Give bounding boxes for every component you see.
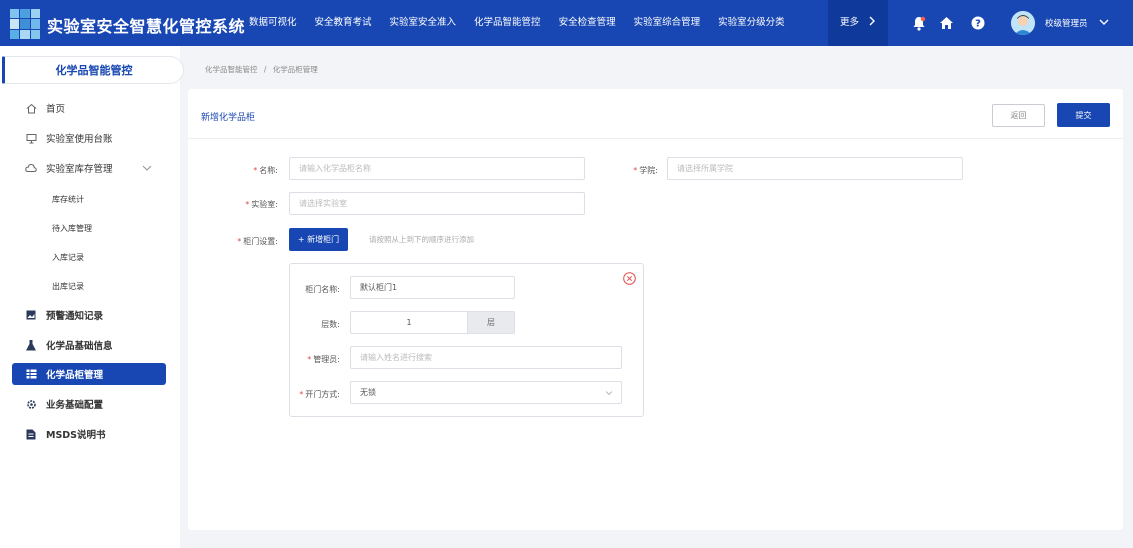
door-name-label: 柜门名称: [305,285,340,294]
open-method-select[interactable]: 无锁 [350,381,622,404]
chevron-right-icon [869,16,876,26]
sidebar-item-lab-inventory[interactable]: 实验室库存管理 [12,157,166,179]
required-asterisk: * [633,166,638,175]
open-method-value: 无锁 [360,388,376,397]
image-icon [24,308,38,322]
required-asterisk: * [253,166,258,175]
door-config-panel: 柜门名称: 默认柜门1 层数: 1 层 * 管理员: 请输入姓名进行搜索 * 开门方… [289,263,644,417]
page-title: 新增化学品柜 [201,113,256,123]
back-button[interactable]: 返回 [992,104,1045,127]
breadcrumb-separator: / [263,65,267,74]
home-icon[interactable] [937,14,955,32]
lab-label: * 实验室: [228,199,278,210]
nav-item-lab-access[interactable]: 实验室安全准入 [381,0,466,46]
sidebar-item-chemical-info[interactable]: 化学品基础信息 [12,334,166,356]
open-method-label: * 开门方式: [290,389,340,400]
nav-more-button[interactable]: 更多 [828,0,888,46]
sidebar-item-business-config[interactable]: 业务基础配置 [12,393,166,415]
app-title: 实验室安全智慧化管控系统 [47,17,246,36]
breadcrumb-parent[interactable]: 化学品智能管控 [205,65,258,74]
college-label: * 学院: [608,165,658,176]
user-name[interactable]: 校级管理员 [1045,17,1088,29]
sidebar-item-label: 业务基础配置 [46,400,104,411]
nav-item-safety-exam[interactable]: 安全教育考试 [306,0,381,46]
nav-item-chemical-control[interactable]: 化学品智能管控 [465,0,550,46]
submit-button[interactable]: 提交 [1057,103,1110,127]
sidebar-item-label: 化学品基础信息 [46,341,113,352]
monitor-icon [24,131,38,145]
name-label: * 名称: [228,165,278,176]
sidebar-item-msds[interactable]: MSDS说明书 [12,423,166,445]
manager-search-input[interactable]: 请输入姓名进行搜索 [350,346,622,369]
svg-text:?: ? [975,19,981,30]
sidebar-subitem-inventory-stats[interactable]: 库存统计 [52,194,84,205]
layers-label: 层数: [321,320,340,329]
form-card: 新增化学品柜 返回 提交 * 名称: 请输入化学品柜名称 * 学院: 请选择所属学院… [188,89,1123,530]
sidebar-item-label: 首页 [46,104,66,115]
gear-icon [24,397,38,411]
lab-label-text: 实验室: [251,200,278,209]
sidebar-item-chemical-cabinet[interactable]: 化学品柜管理 [12,363,166,385]
sidebar-item-warning-records[interactable]: 预警通知记录 [12,304,166,326]
sidebar-item-label: 化学品柜管理 [46,370,104,381]
sidebar-item-label: 预警通知记录 [46,311,104,322]
nav-item-data-visualization[interactable]: 数据可视化 [240,0,306,46]
required-asterisk: * [299,390,304,399]
help-icon[interactable]: ? [969,14,987,32]
sidebar-item-home[interactable]: 首页 [12,97,166,119]
college-label-text: 学院: [639,166,658,175]
cloud-icon [24,161,38,175]
lab-select[interactable]: 请选择实验室 [289,192,585,215]
divider [188,138,1123,139]
breadcrumb-current: 化学品柜管理 [272,65,318,74]
required-asterisk: * [307,355,312,364]
sidebar-item-label: 实验室库存管理 [46,164,113,175]
flask-icon [24,338,38,352]
open-method-label-text: 开门方式: [305,390,340,399]
top-nav: 数据可视化 安全教育考试 实验室安全准入 化学品智能管控 安全检查管理 实验室综… [240,0,794,46]
required-asterisk: * [237,237,242,246]
sidebar-module-title[interactable]: 化学品智能管控 [2,56,184,84]
door-order-hint: 请按照从上到下的顺序进行添加 [369,235,474,244]
sidebar-subitem-stock-out-records[interactable]: 出库记录 [52,281,84,292]
layers-unit: 层 [467,312,514,333]
required-asterisk: * [245,200,250,209]
sidebar-item-label: MSDS说明书 [46,430,106,441]
bell-icon[interactable] [910,14,928,32]
nav-item-lab-management[interactable]: 实验室综合管理 [625,0,710,46]
add-door-button[interactable]: + 新增柜门 [289,228,348,251]
close-circle-icon[interactable] [623,272,636,285]
college-select[interactable]: 请选择所属学院 [667,157,963,180]
chevron-down-icon [605,391,613,396]
sidebar: 化学品智能管控 首页 实验室使用台账 实验室库存管理 库存统计 待入库管理 入库… [0,46,184,548]
manager-label: * 管理员: [290,354,340,365]
manager-label-text: 管理员: [313,355,340,364]
nav-more-label: 更多 [840,17,860,28]
sidebar-item-lab-usage-ledger[interactable]: 实验室使用台账 [12,127,166,149]
sidebar-subitem-stock-in-records[interactable]: 入库记录 [52,252,84,263]
cabinet-icon [24,367,38,381]
sidebar-subitem-pending-stock-in[interactable]: 待入库管理 [52,223,92,234]
door-name-input[interactable]: 默认柜门1 [350,276,515,299]
home-outline-icon [24,101,38,115]
user-avatar[interactable] [1011,11,1035,35]
nav-item-safety-inspection[interactable]: 安全检查管理 [550,0,625,46]
app-logo [10,9,40,39]
top-header: 实验室安全智慧化管控系统 数据可视化 安全教育考试 实验室安全准入 化学品智能管… [0,0,1133,46]
name-input[interactable]: 请输入化学品柜名称 [289,157,585,180]
chevron-down-icon[interactable] [140,161,154,175]
layers-stepper[interactable]: 1 层 [350,311,515,334]
door-setting-label-text: 柜门设置: [243,237,278,246]
chevron-down-icon[interactable] [1097,15,1111,29]
nav-item-lab-classification[interactable]: 实验室分级分类 [709,0,794,46]
layers-value[interactable]: 1 [351,312,467,333]
document-icon [24,427,38,441]
breadcrumb: 化学品智能管控 / 化学品柜管理 [205,64,318,75]
door-setting-label: * 柜门设置: [218,236,278,247]
sidebar-item-label: 实验室使用台账 [46,134,113,145]
name-label-text: 名称: [259,166,278,175]
